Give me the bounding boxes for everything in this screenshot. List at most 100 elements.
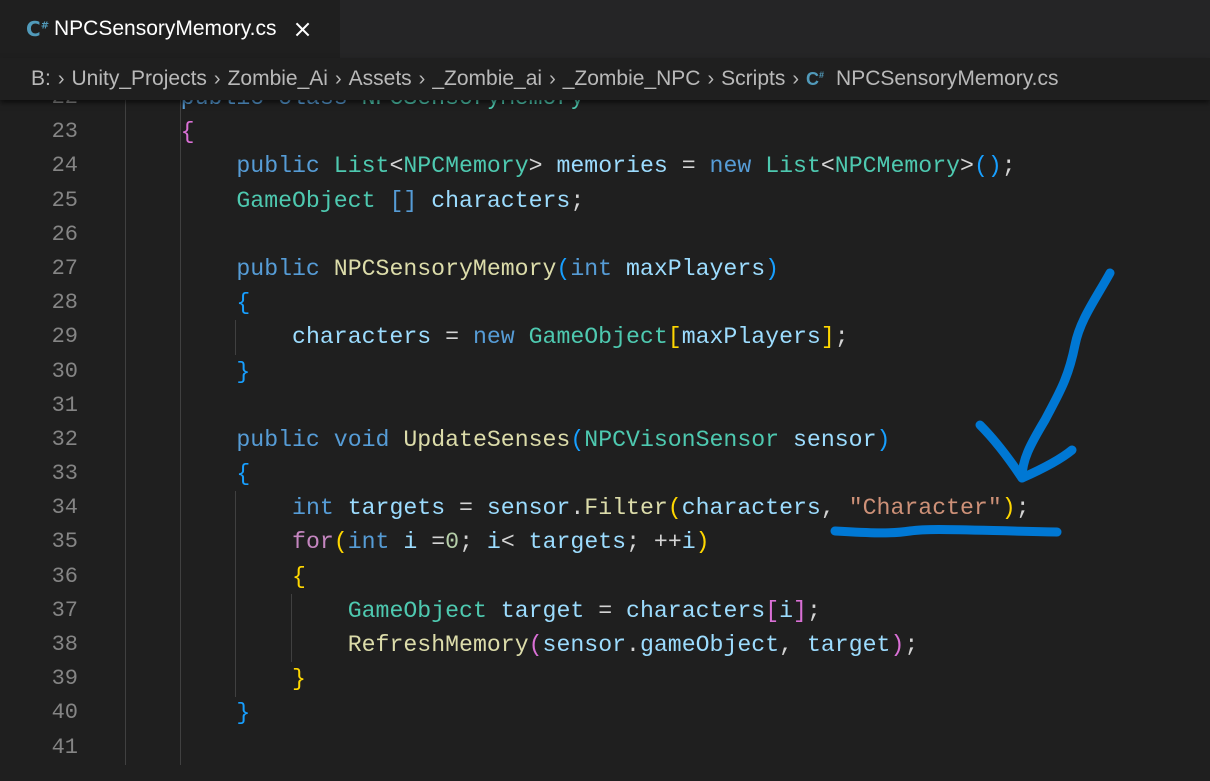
line-number: 26 (51, 221, 78, 247)
code-token: characters (431, 187, 571, 214)
code-line[interactable]: 31 (0, 389, 1210, 423)
code-token: characters (626, 597, 766, 624)
code-text: int targets = sensor.Filter(characters, … (292, 491, 1030, 525)
line-number: 24 (51, 153, 78, 179)
code-text: public List<NPCMemory> memories = new Li… (236, 149, 1015, 183)
code-token: "Character" (848, 495, 1002, 522)
code-line[interactable]: 25 GameObject [] characters; (0, 184, 1210, 218)
code-line[interactable]: 29 characters = new GameObject[maxPlayers… (0, 320, 1210, 354)
code-token: GameObject (528, 324, 668, 351)
code-text: GameObject target = characters[i]; (348, 594, 821, 628)
code-token: ; (904, 632, 919, 658)
code-token: ( (556, 255, 571, 282)
code-line[interactable]: 23 { (0, 115, 1210, 149)
code-token: for (292, 529, 334, 556)
code-line[interactable]: 32 public void UpdateSenses(NPCVisonSenso… (0, 423, 1210, 457)
code-line[interactable]: 34 int targets = sensor.Filter(characters… (0, 491, 1210, 525)
breadcrumb-item[interactable]: _Zombie_NPC (563, 67, 701, 91)
indent-guide (125, 81, 126, 765)
code-line[interactable]: 35 for(int i =0; i< targets; ++i) (0, 525, 1210, 559)
line-number: 40 (51, 700, 78, 726)
breadcrumb-item[interactable]: B: (31, 67, 51, 91)
line-number: 33 (51, 461, 78, 487)
code-token: ; (570, 187, 585, 214)
breadcrumb-file[interactable]: NPCSensoryMemory.cs (836, 67, 1059, 91)
code-token: ; (806, 597, 821, 624)
code-token: < (820, 153, 835, 180)
code-token: [ (667, 324, 682, 351)
line-number: 30 (51, 358, 78, 384)
code-token: targets (528, 529, 627, 556)
close-icon[interactable]: × (293, 15, 313, 43)
code-editor[interactable]: 22public class NPCSensoryMemory23{24publ… (0, 81, 1210, 781)
code-token: . (626, 632, 640, 658)
line-number: 28 (51, 290, 78, 316)
code-token: } (236, 700, 251, 727)
code-line[interactable]: 36 { (0, 560, 1210, 594)
code-token: void (333, 426, 390, 453)
breadcrumb-item[interactable]: _Zombie_ai (432, 67, 542, 91)
code-token: ) (1001, 495, 1016, 522)
code-token: ; ++ (626, 529, 682, 556)
code-line[interactable]: 41 (0, 731, 1210, 765)
code-line[interactable]: 24 public List<NPCMemory> memories = new … (0, 149, 1210, 183)
code-token: = (417, 529, 446, 556)
code-token: RefreshMemory (347, 632, 529, 658)
code-token: } (236, 358, 251, 385)
code-token: = (584, 597, 627, 624)
tab-npcsensorymemory[interactable]: C# NPCSensoryMemory.cs × (0, 0, 340, 58)
tab-label: NPCSensoryMemory.cs (54, 17, 277, 40)
code-line[interactable]: 27 public NPCSensoryMemory(int maxPlayers… (0, 252, 1210, 286)
code-token: targets (347, 495, 446, 522)
code-token: ] (793, 597, 807, 624)
line-number: 23 (51, 119, 78, 145)
indent-guide (180, 81, 181, 765)
chevron-right-icon: › (418, 67, 426, 90)
code-token: 0 (445, 529, 460, 556)
breadcrumb-item[interactable]: Scripts (721, 67, 785, 91)
code-token: NPCMemory (834, 153, 961, 180)
code-token: { (292, 563, 306, 590)
code-line[interactable]: 33 { (0, 457, 1210, 491)
code-line[interactable]: 26 (0, 218, 1210, 252)
breadcrumb-item[interactable]: Zombie_Ai (228, 67, 328, 91)
code-token: i (681, 529, 696, 556)
code-token: maxPlayers (681, 324, 821, 351)
indent-guide (235, 320, 236, 355)
line-number: 25 (51, 187, 78, 213)
code-token: { (180, 119, 195, 146)
line-number: 31 (51, 392, 78, 418)
code-line[interactable]: 39} (0, 662, 1210, 696)
code-token: characters (681, 495, 821, 522)
code-text: for(int i =0; i< targets; ++i) (292, 525, 710, 559)
line-number: 32 (51, 426, 78, 452)
code-token: ; (1001, 153, 1016, 180)
code-token: target (806, 632, 891, 658)
code-line[interactable]: 40} (0, 696, 1210, 730)
code-line[interactable]: 38 RefreshMemory(sensor.gameObject, targe… (0, 628, 1210, 662)
code-token: ( (570, 426, 585, 453)
code-line[interactable]: 30} (0, 355, 1210, 389)
code-token: , (779, 632, 807, 658)
code-token: new (472, 324, 515, 351)
code-token: > (960, 153, 974, 180)
breadcrumb-item[interactable]: Assets (349, 67, 412, 91)
code-line[interactable]: 37 GameObject target = characters[i]; (0, 594, 1210, 628)
code-line[interactable]: 28 { (0, 286, 1210, 320)
code-token: ) (876, 426, 891, 453)
code-token: new (709, 153, 752, 180)
code-token: = (667, 153, 710, 180)
line-number: 41 (51, 734, 78, 760)
breadcrumb-item[interactable]: Unity_Projects (72, 67, 207, 91)
code-text: GameObject [] characters; (236, 184, 584, 218)
